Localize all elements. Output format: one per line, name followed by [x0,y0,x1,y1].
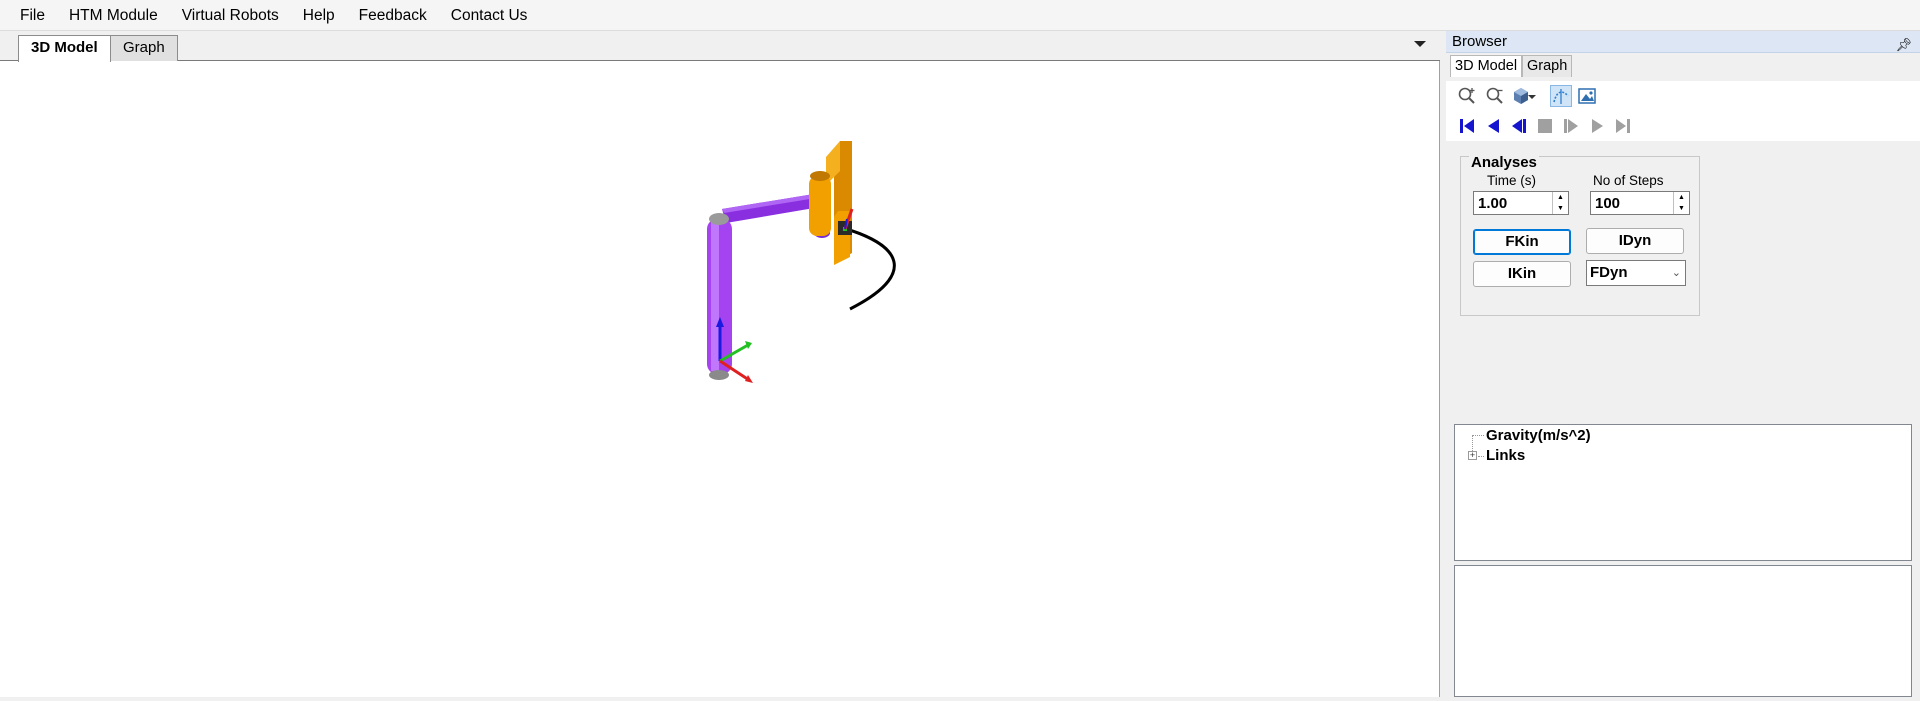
steps-stepper[interactable]: ▲ ▼ [1590,191,1690,215]
spin-down-icon[interactable]: ▼ [1553,203,1568,214]
model-tree[interactable]: Gravity(m/s^2) + Links [1454,424,1912,561]
robot-scene [707,141,896,383]
browser-tab-graph[interactable]: Graph [1522,55,1573,77]
browser-tab-3d-model[interactable]: 3D Model [1450,55,1523,77]
chevron-down-icon: ⌄ [1671,267,1681,279]
idyn-button[interactable]: IDyn [1586,228,1684,254]
view-tab-strip: 3D Model Graph [0,31,1440,62]
analyses-group: Analyses Time (s) No of Steps ▲ ▼ ▲ ▼ FK… [1460,154,1700,316]
first-frame-icon[interactable] [1456,115,1478,137]
time-label: Time (s) [1487,173,1536,188]
steps-input[interactable] [1591,192,1668,214]
zoom-in-icon[interactable] [1456,85,1478,107]
browser-tab-strip: 3D Model Graph [1446,53,1920,77]
browser-panel: Browser 📌︎ 3D Model Graph Analyses Time … [1446,31,1920,697]
menu-help[interactable]: Help [291,0,347,31]
browser-toolbar [1446,81,1920,141]
analyses-title: Analyses [1469,154,1539,171]
menu-feedback[interactable]: Feedback [347,0,439,31]
play-icon[interactable] [1586,115,1608,137]
robot-joint-1-bottom [709,370,729,380]
fkin-button[interactable]: FKin [1473,229,1571,255]
menu-bar: File HTM Module Virtual Robots Help Feed… [0,0,1920,31]
browser-title-bar: Browser 📌︎ [1446,31,1920,53]
last-frame-icon[interactable] [1612,115,1634,137]
step-forward-icon[interactable] [1560,115,1582,137]
snapshot-icon[interactable] [1576,85,1598,107]
play-reverse-icon[interactable] [1482,115,1504,137]
step-back-icon[interactable] [1508,115,1530,137]
time-stepper-buttons[interactable]: ▲ ▼ [1552,192,1568,214]
ikin-button[interactable]: IKin [1473,261,1571,287]
browser-title: Browser [1452,33,1508,50]
steps-stepper-buttons[interactable]: ▲ ▼ [1673,192,1689,214]
tab-graph[interactable]: Graph [110,35,178,62]
robot-joint-1-top [709,213,729,225]
steps-label: No of Steps [1593,173,1664,188]
main-view-pane: 3D Model Graph [0,31,1440,697]
tree-item-links[interactable]: Links [1486,447,1525,464]
menu-file[interactable]: File [8,0,57,31]
menu-virtual-robots[interactable]: Virtual Robots [170,0,291,31]
3d-viewport[interactable] [0,61,1438,697]
time-stepper[interactable]: ▲ ▼ [1473,191,1569,215]
trace-path-icon[interactable] [1550,85,1572,107]
spin-down-icon[interactable]: ▼ [1674,203,1689,214]
view-dropdown-icon[interactable] [1526,85,1538,107]
properties-panel [1454,565,1912,697]
fdyn-select[interactable]: FDyn ⌄ [1586,260,1686,286]
expand-plus-icon[interactable]: + [1468,451,1477,460]
tab-list-dropdown-icon[interactable] [1414,41,1426,47]
tree-item-gravity[interactable]: Gravity(m/s^2) [1486,427,1591,444]
time-input[interactable] [1474,192,1548,214]
spin-up-icon[interactable]: ▲ [1674,192,1689,203]
spin-up-icon[interactable]: ▲ [1553,192,1568,203]
menu-htm-module[interactable]: HTM Module [57,0,170,31]
stop-icon[interactable] [1534,115,1556,137]
fdyn-select-value: FDyn [1590,264,1628,281]
zoom-out-icon[interactable] [1484,85,1506,107]
tab-3d-model[interactable]: 3D Model [18,35,111,62]
menu-contact-us[interactable]: Contact Us [439,0,540,31]
